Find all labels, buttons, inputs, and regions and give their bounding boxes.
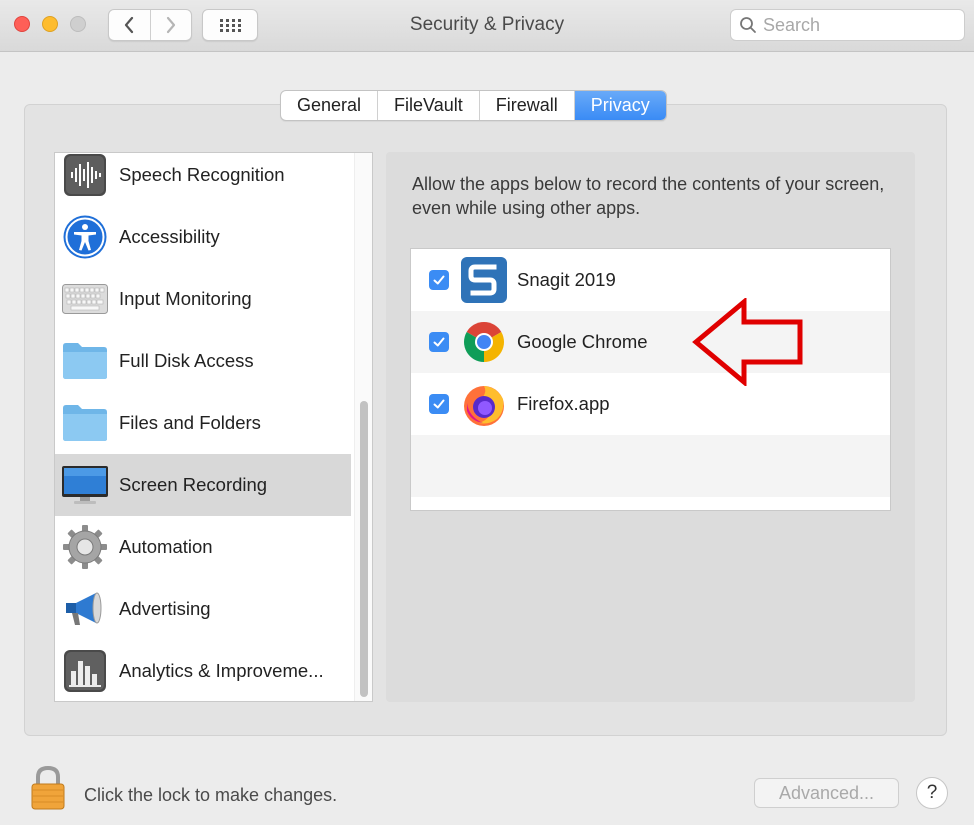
sidebar-item-input-monitoring[interactable]: Input Monitoring (55, 268, 351, 330)
sidebar-scroll-thumb[interactable] (360, 401, 368, 697)
screen-recording-description: Allow the apps below to record the conte… (412, 174, 885, 218)
accessibility-icon (61, 213, 109, 261)
chrome-checkbox[interactable] (429, 332, 449, 352)
padlock-icon (31, 765, 65, 810)
zoom-window-button[interactable] (70, 16, 86, 32)
app-name: Google Chrome (517, 331, 648, 352)
annotation-arrow-icon (692, 298, 803, 386)
sidebar-item-automation[interactable]: Automation (55, 516, 351, 578)
sidebar-item-label: Accessibility (119, 226, 220, 247)
snagit-checkbox[interactable] (429, 270, 449, 290)
checkmark-icon (433, 275, 445, 285)
sidebar-scrollbar[interactable] (354, 153, 372, 701)
folder-icon (61, 399, 109, 447)
gear-icon (61, 523, 109, 571)
navigation-buttons (108, 9, 192, 41)
forward-button[interactable] (149, 10, 192, 40)
sidebar-item-label: Speech Recognition (119, 164, 285, 185)
bar-chart-icon (61, 647, 109, 695)
sidebar-item-label: Screen Recording (119, 474, 268, 495)
help-button[interactable]: ? (916, 777, 948, 809)
sidebar-item-files-and-folders[interactable]: Files and Folders (55, 392, 351, 454)
sidebar-item-full-disk-access[interactable]: Full Disk Access (55, 330, 351, 392)
display-icon (61, 461, 109, 509)
search-input[interactable] (763, 14, 953, 36)
lock-message: Click the lock to make changes. (84, 785, 338, 805)
title-bar: Security & Privacy (0, 0, 974, 52)
app-name: Firefox.app (517, 393, 610, 414)
empty-list-row (411, 435, 890, 497)
privacy-category-list[interactable]: Speech Recognition Accessibility Input M… (54, 152, 373, 702)
chrome-icon (461, 319, 507, 365)
snagit-icon (461, 257, 507, 303)
sidebar-item-label: Full Disk Access (119, 350, 254, 371)
search-field[interactable] (730, 9, 965, 41)
tab-general[interactable]: General (281, 91, 377, 120)
waveform-icon (61, 153, 109, 199)
sidebar-item-analytics[interactable]: Analytics & Improveme... (55, 640, 351, 701)
folder-icon (61, 337, 109, 385)
app-list: Snagit 2019 Google Chrome Firefox.app (410, 248, 891, 511)
back-button[interactable] (109, 10, 150, 40)
tab-privacy[interactable]: Privacy (573, 91, 666, 120)
sidebar-item-speech-recognition[interactable]: Speech Recognition (55, 153, 351, 206)
app-name: Snagit 2019 (517, 269, 616, 290)
sidebar-item-label: Analytics & Improveme... (119, 660, 324, 681)
grid-icon (220, 19, 241, 32)
sidebar-item-label: Automation (119, 536, 213, 557)
app-row-firefox[interactable]: Firefox.app (411, 373, 890, 435)
app-row-google-chrome[interactable]: Google Chrome (411, 311, 890, 373)
firefox-icon (461, 381, 507, 427)
chevron-right-icon (166, 16, 175, 34)
sidebar-item-accessibility[interactable]: Accessibility (55, 206, 351, 268)
checkmark-icon (433, 337, 445, 347)
keyboard-icon (61, 275, 109, 323)
tab-bar: General FileVault Firewall Privacy (280, 90, 667, 121)
sidebar-item-label: Files and Folders (119, 412, 261, 433)
show-all-button[interactable] (202, 9, 258, 41)
app-row-snagit[interactable]: Snagit 2019 (411, 249, 890, 311)
minimize-window-button[interactable] (42, 16, 58, 32)
close-window-button[interactable] (14, 16, 30, 32)
search-icon (740, 17, 756, 33)
checkmark-icon (433, 399, 445, 409)
lock-button[interactable] (30, 765, 66, 811)
megaphone-icon (61, 585, 109, 633)
sidebar-item-label: Advertising (119, 598, 211, 619)
sidebar-item-advertising[interactable]: Advertising (55, 578, 351, 640)
window-title: Security & Privacy (409, 14, 565, 35)
chevron-left-icon (125, 16, 134, 34)
tab-filevault[interactable]: FileVault (377, 91, 479, 120)
firefox-checkbox[interactable] (429, 394, 449, 414)
tab-firewall[interactable]: Firewall (478, 91, 574, 120)
sidebar-item-screen-recording[interactable]: Screen Recording (55, 454, 351, 516)
advanced-button[interactable]: Advanced... (754, 778, 899, 808)
sidebar-item-label: Input Monitoring (119, 288, 252, 309)
